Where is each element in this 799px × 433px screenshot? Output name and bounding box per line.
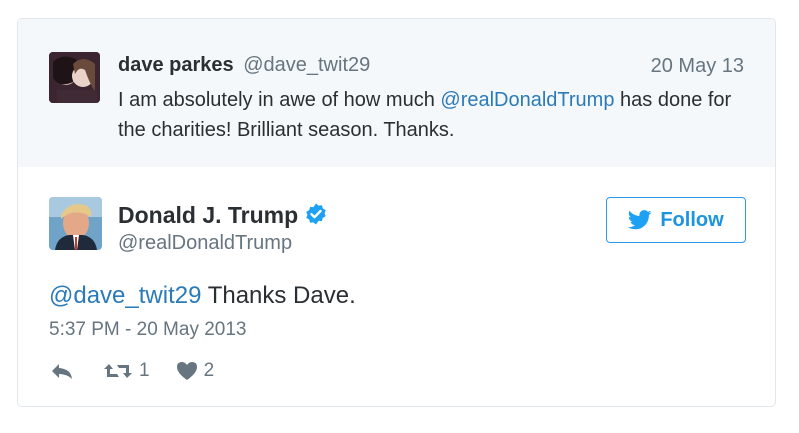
tweet-text-body: Thanks Dave. (201, 282, 356, 309)
heart-icon (176, 362, 197, 380)
retweet-count: 1 (139, 360, 150, 381)
follow-label: Follow (660, 208, 724, 231)
quoted-text-before: I am absolutely in awe of how much (118, 89, 441, 111)
retweet-button[interactable]: 1 (103, 360, 150, 382)
like-button[interactable]: 2 (176, 360, 215, 382)
avatar[interactable] (49, 197, 102, 250)
main-author-row: Donald J. Trump (118, 201, 328, 229)
tweet-actions: 1 2 (49, 359, 214, 383)
quoted-author-handle[interactable]: @dave_twit29 (243, 54, 370, 76)
reply-icon (52, 364, 72, 379)
quoted-date[interactable]: 20 May 13 (651, 54, 744, 78)
reply-button[interactable] (49, 361, 75, 381)
quoted-text: I am absolutely in awe of how much @real… (118, 85, 758, 145)
quoted-author-name[interactable]: dave parkes (118, 54, 234, 76)
tweet-text: @dave_twit29 Thanks Dave. (49, 281, 356, 311)
twitter-bird-icon (628, 210, 652, 230)
retweet-icon (104, 364, 132, 378)
quoted-header: dave parkes @dave_twit29 (118, 53, 370, 77)
tweet-timestamp[interactable]: 5:37 PM - 20 May 2013 (49, 318, 247, 342)
follow-button[interactable]: Follow (606, 197, 746, 243)
avatar[interactable] (49, 52, 100, 103)
like-count: 2 (203, 360, 215, 381)
verified-badge-icon (306, 203, 326, 225)
mention-link[interactable]: @realDonaldTrump (440, 89, 614, 111)
quoted-tweet[interactable]: dave parkes @dave_twit29 20 May 13 I am … (18, 19, 775, 167)
mention-link[interactable]: @dave_twit29 (49, 282, 201, 309)
main-author-name[interactable]: Donald J. Trump (118, 202, 298, 228)
main-author-handle[interactable]: @realDonaldTrump (118, 231, 292, 255)
tweet-embed-card: dave parkes @dave_twit29 20 May 13 I am … (17, 18, 776, 407)
